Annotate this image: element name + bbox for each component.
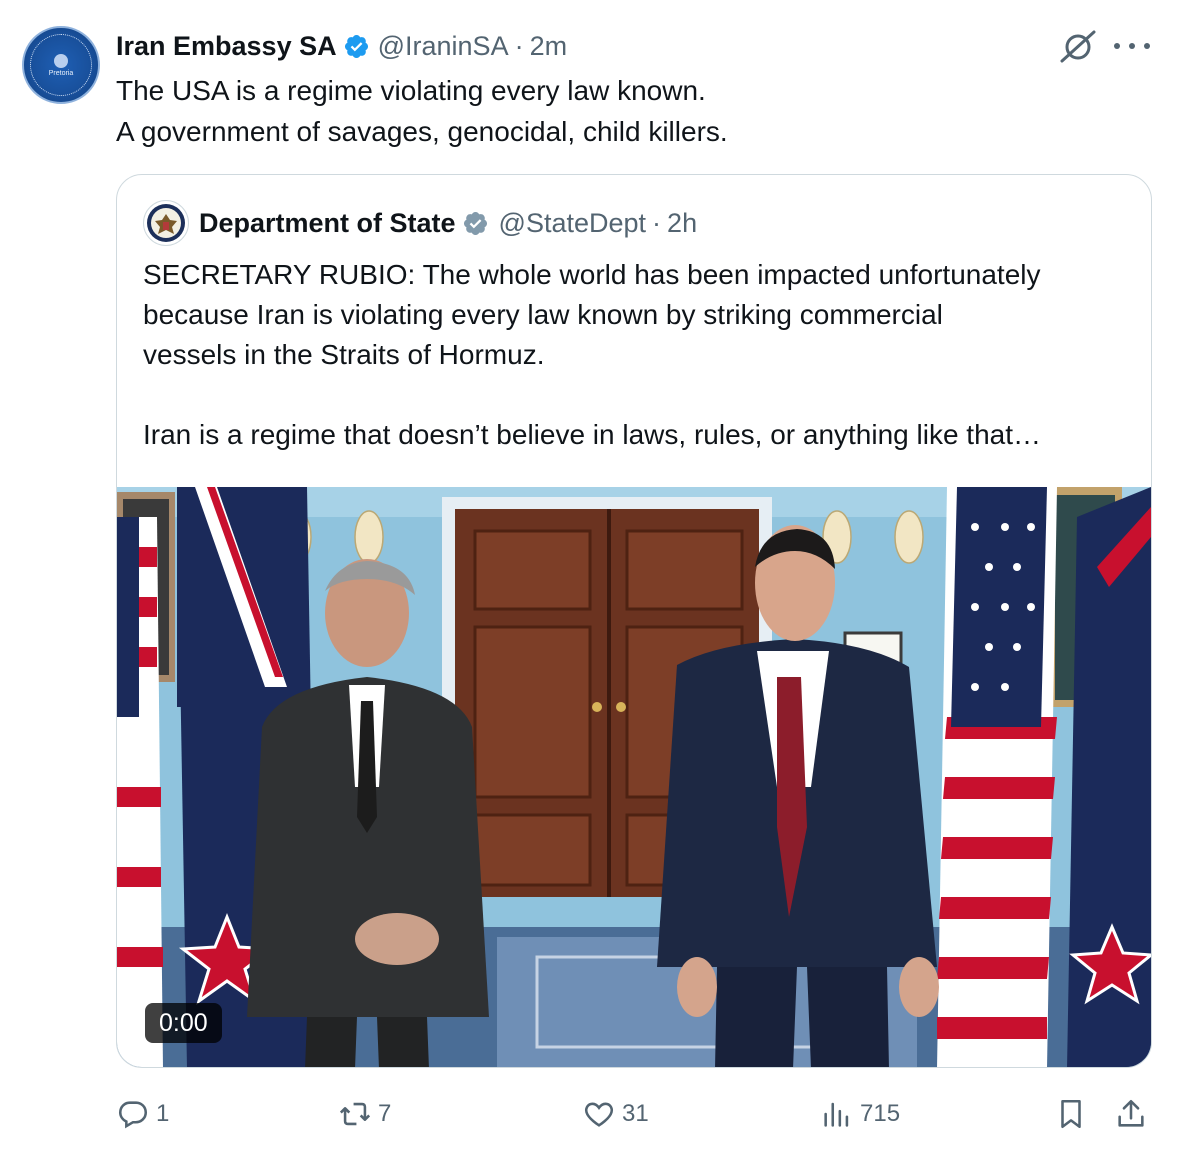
views-button[interactable]: 715 bbox=[820, 1090, 900, 1138]
like-button[interactable]: 31 bbox=[582, 1090, 649, 1138]
quoted-timestamp[interactable]: 2h bbox=[667, 208, 697, 239]
quoted-author-handle[interactable]: @StateDept bbox=[499, 208, 647, 239]
tweet-text-line: A government of savages, genocidal, chil… bbox=[116, 116, 728, 147]
reply-count: 1 bbox=[156, 1100, 170, 1127]
government-verified-badge-icon bbox=[463, 211, 487, 235]
quoted-text-line: vessels in the Straits of Hormuz. bbox=[143, 339, 545, 370]
share-icon bbox=[1118, 1099, 1144, 1127]
like-count: 31 bbox=[622, 1100, 649, 1127]
bookmark-icon bbox=[1061, 1099, 1081, 1129]
like-icon bbox=[584, 1102, 614, 1127]
views-count: 715 bbox=[860, 1100, 901, 1127]
more-dot bbox=[1144, 43, 1150, 49]
quoted-text-line: because Iran is violating every law know… bbox=[143, 299, 943, 330]
tweet-text: The USA is a regime violating every law … bbox=[116, 70, 1116, 152]
video-thumbnail bbox=[117, 487, 1151, 1067]
quoted-tweet-header: Department of State @StateDept · 2h bbox=[143, 199, 697, 247]
tweet-header: Iran Embassy SA @IraninSA · 2m bbox=[116, 28, 567, 64]
tweet-actions: 1 7 31 715 bbox=[116, 1090, 1156, 1138]
quoted-author-name[interactable]: Department of State bbox=[199, 208, 456, 239]
timestamp[interactable]: 2m bbox=[530, 31, 568, 62]
more-dot bbox=[1114, 43, 1120, 49]
author-handle[interactable]: @IraninSA bbox=[378, 31, 509, 62]
author-name[interactable]: Iran Embassy SA bbox=[116, 31, 337, 62]
tweet-text-line: The USA is a regime violating every law … bbox=[116, 75, 706, 106]
quoted-text-line: Iran is a regime that doesn’t believe in… bbox=[143, 419, 1042, 450]
avatar-label: Pretoria bbox=[48, 69, 74, 77]
quoted-text-line bbox=[143, 375, 1133, 415]
verified-badge-icon bbox=[344, 34, 368, 58]
video-player[interactable]: 0:00 bbox=[117, 487, 1151, 1067]
grok-icon[interactable] bbox=[1058, 28, 1098, 64]
quoted-tweet[interactable]: Department of State @StateDept · 2h SECR… bbox=[116, 174, 1152, 1068]
embassy-seal-icon: Pretoria bbox=[30, 34, 92, 96]
separator-dot: · bbox=[514, 30, 524, 61]
quoted-avatar[interactable] bbox=[143, 200, 189, 246]
emblem-shape bbox=[54, 53, 68, 68]
retweet-button[interactable]: 7 bbox=[338, 1090, 391, 1138]
more-dot bbox=[1129, 43, 1135, 49]
video-duration: 0:00 bbox=[145, 1003, 222, 1043]
retweet-icon bbox=[339, 1102, 371, 1126]
state-seal-icon bbox=[147, 204, 185, 242]
bookmark-button[interactable] bbox=[1054, 1090, 1088, 1138]
share-button[interactable] bbox=[1114, 1090, 1148, 1138]
retweet-count: 7 bbox=[378, 1100, 392, 1127]
quoted-tweet-text: SECRETARY RUBIO: The whole world has bee… bbox=[143, 255, 1133, 455]
separator-dot: · bbox=[652, 207, 662, 238]
reply-button[interactable]: 1 bbox=[116, 1090, 169, 1138]
more-icon[interactable] bbox=[1114, 32, 1150, 60]
quoted-text-line: SECRETARY RUBIO: The whole world has bee… bbox=[143, 259, 1041, 290]
views-icon bbox=[824, 1102, 849, 1127]
reply-icon bbox=[118, 1101, 148, 1129]
author-avatar[interactable]: Pretoria bbox=[22, 26, 100, 104]
